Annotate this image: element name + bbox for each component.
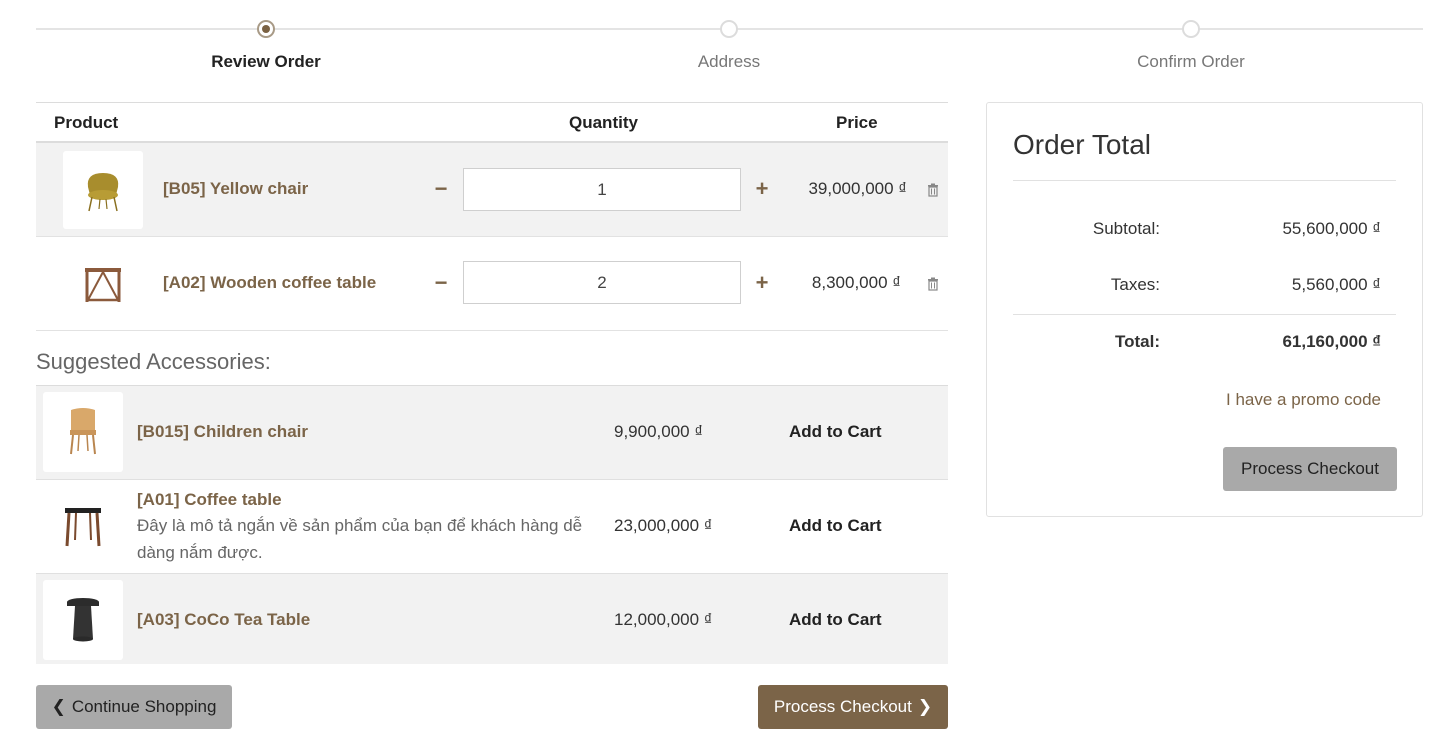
minus-icon[interactable]: − (430, 176, 452, 201)
trash-icon[interactable] (926, 183, 940, 197)
wizard-step-review-order[interactable]: Review Order (116, 14, 416, 72)
accessory-price: 12,000,000 ₫ (614, 610, 713, 629)
suggested-accessories-list: [B015] Children chair 9,900,000 ₫ Add to… (36, 385, 948, 664)
cart-row: [B05] Yellow chair − + 39,000,000 ₫ (36, 143, 948, 237)
step-dot-icon (720, 20, 738, 38)
cart-table: Product Quantity Price [B05] Yellow chai… (36, 102, 948, 331)
accessory-name[interactable]: [B015] Children chair (137, 422, 308, 442)
column-header-product: Product (54, 113, 119, 132)
continue-shopping-button[interactable]: ❮ Continue Shopping (36, 685, 232, 729)
minus-icon[interactable]: − (430, 270, 452, 295)
children-chair-icon (70, 408, 96, 455)
coco-tea-table-icon (67, 598, 99, 642)
cart-item-name[interactable]: [A02] Wooden coffee table (163, 273, 376, 293)
continue-shopping-label: Continue Shopping (71, 697, 217, 716)
total-label: Total: (1114, 332, 1160, 351)
accessory-row: [A03] CoCo Tea Table 12,000,000 ₫ Add to… (36, 573, 948, 664)
yellow-chair-thumbnail[interactable] (63, 151, 143, 229)
column-header-quantity: Quantity (569, 113, 638, 132)
taxes-label: Taxes: (1110, 275, 1160, 294)
subtotal-value: 55,600,000 ₫ (1282, 219, 1381, 238)
cart-item-price: 39,000,000 ₫ (808, 179, 907, 198)
promo-code-link[interactable]: I have a promo code (1226, 390, 1381, 410)
step-label: Review Order (211, 52, 321, 71)
checkout-progress-wizard: Review Order Address Confirm Order (36, 14, 1423, 80)
plus-icon[interactable]: + (751, 270, 773, 295)
add-to-cart-button[interactable]: Add to Cart (789, 422, 882, 442)
add-to-cart-button[interactable]: Add to Cart (789, 610, 882, 630)
accessory-description: Đây là mô tả ngắn về sản phẩm của bạn để… (137, 516, 583, 562)
accessory-row: [A01] Coffee table Đây là mô tả ngắn về … (36, 479, 948, 573)
coffee-table-thumbnail[interactable] (43, 486, 123, 566)
step-dot-icon (1182, 20, 1200, 38)
step-label: Address (697, 52, 761, 71)
yellow-chair-icon (87, 173, 119, 212)
checkout-button-label: Process Checkout (1241, 459, 1379, 478)
cart-row: [A02] Wooden coffee table − + 8,300,000 … (36, 237, 948, 331)
order-total-title: Order Total (1013, 129, 1151, 160)
coco-tea-table-thumbnail[interactable] (43, 580, 123, 660)
process-checkout-button[interactable]: Process Checkout ❯ (758, 685, 948, 729)
step-active-dot-icon (257, 20, 275, 38)
step-label: Confirm Order (1137, 52, 1245, 71)
process-checkout-label: Process Checkout (773, 697, 912, 716)
order-total-checkout-button[interactable]: Process Checkout (1223, 447, 1397, 491)
coffee-table-icon (65, 508, 101, 547)
plus-icon[interactable]: + (751, 176, 773, 201)
quantity-input[interactable] (463, 168, 741, 211)
column-header-price: Price (836, 113, 878, 132)
wizard-step-address[interactable]: Address (579, 14, 879, 72)
chevron-left-icon: ❮ (51, 697, 66, 716)
suggested-accessories-heading: Suggested Accessories: (36, 349, 271, 374)
wizard-step-confirm-order[interactable]: Confirm Order (1041, 14, 1341, 72)
cart-item-name[interactable]: [B05] Yellow chair (163, 179, 308, 199)
divider (1013, 314, 1396, 315)
accessory-row: [B015] Children chair 9,900,000 ₫ Add to… (36, 385, 948, 479)
wooden-table-icon (85, 268, 121, 302)
subtotal-label: Subtotal: (1092, 219, 1160, 238)
accessory-price: 9,900,000 ₫ (614, 422, 704, 441)
accessory-name[interactable]: [A01] Coffee table (137, 490, 282, 510)
divider (1013, 180, 1396, 181)
order-total-card: Order Total Subtotal: 55,600,000 ₫ Taxes… (986, 102, 1423, 517)
accessory-price: 23,000,000 ₫ (614, 516, 713, 535)
trash-icon[interactable] (926, 277, 940, 291)
total-value: 61,160,000 ₫ (1282, 332, 1381, 351)
add-to-cart-button[interactable]: Add to Cart (789, 516, 882, 536)
taxes-value: 5,560,000 ₫ (1291, 275, 1381, 294)
children-chair-thumbnail[interactable] (43, 392, 123, 472)
quantity-input[interactable] (463, 261, 741, 304)
cart-table-header: Product Quantity Price (36, 102, 948, 143)
accessory-name[interactable]: [A03] CoCo Tea Table (137, 610, 310, 630)
wooden-coffee-table-thumbnail[interactable] (63, 245, 143, 323)
chevron-right-icon: ❯ (917, 697, 933, 716)
cart-item-price: 8,300,000 ₫ (811, 273, 901, 292)
